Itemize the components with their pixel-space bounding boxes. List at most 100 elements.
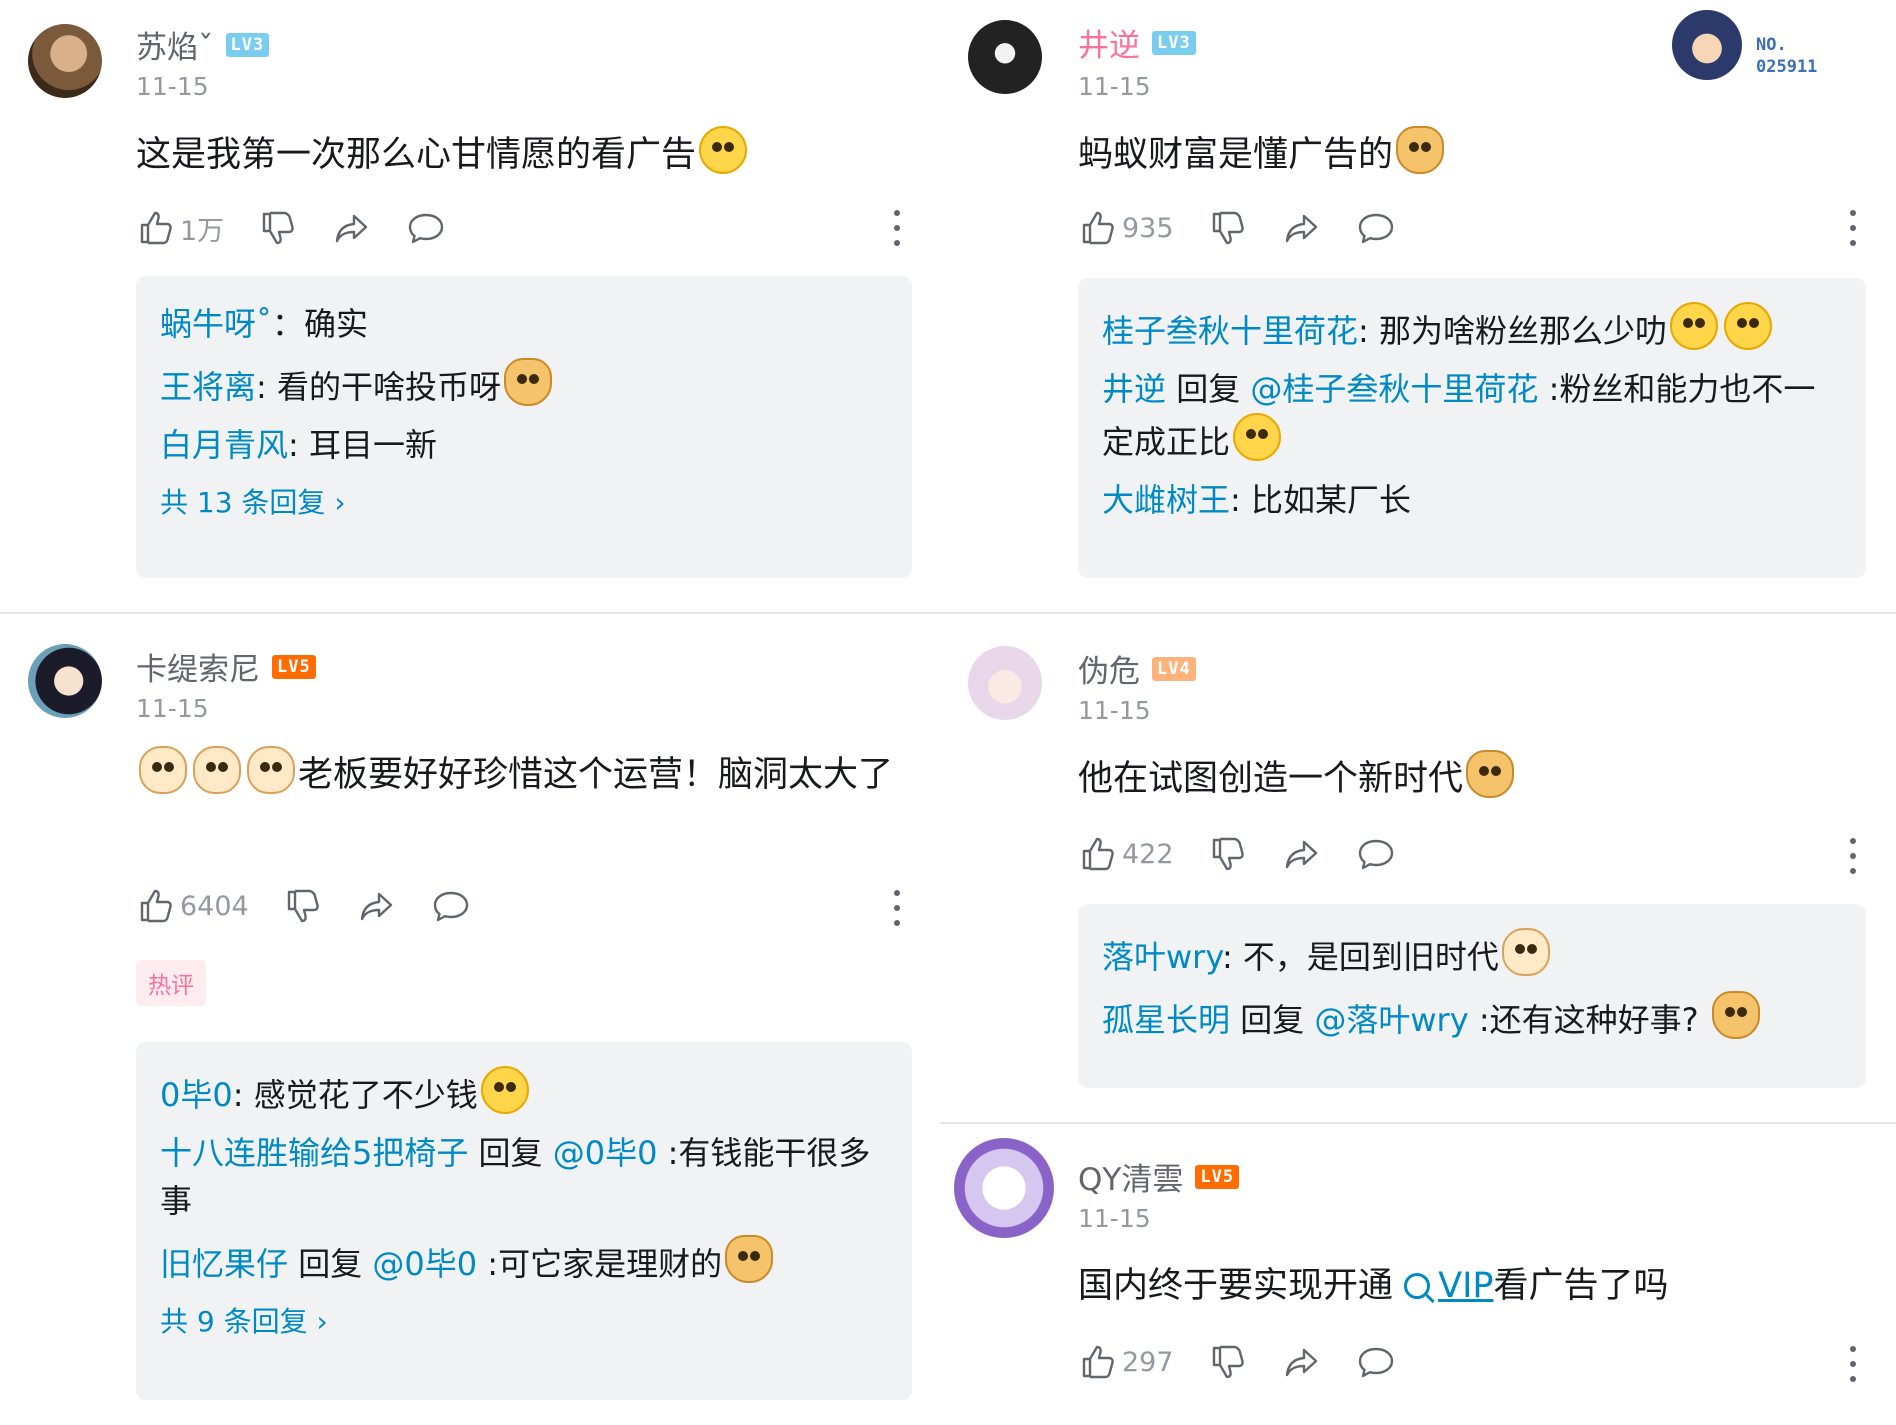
more-button[interactable] [892, 210, 902, 246]
reply-button[interactable] [1356, 208, 1396, 248]
reply-button[interactable] [1356, 834, 1396, 874]
like-button[interactable]: 297 [1078, 1342, 1174, 1382]
reply-username[interactable]: 0毕0 [160, 1076, 233, 1114]
thumb-down-icon [1208, 834, 1248, 874]
more-button[interactable] [1848, 210, 1858, 246]
thumb-up-icon [136, 208, 176, 248]
level-badge: LV5 [1195, 1164, 1240, 1189]
like-button[interactable]: 6404 [136, 886, 249, 926]
like-button[interactable]: 935 [1078, 208, 1174, 248]
comment-date: 11-15 [136, 72, 209, 101]
reply-username[interactable]: 落叶wry [1102, 938, 1222, 976]
laughing-emoji-icon [480, 1066, 529, 1114]
reply-item: 大雌树王: 比如某厂长 [1102, 481, 1411, 519]
avatar[interactable] [28, 644, 102, 718]
comment-icon [406, 208, 446, 248]
username[interactable]: 卡缇索尼 LV5 [136, 644, 316, 689]
reply-item: 井逆 回复 @桂子叁秋十里荷花 :粉丝和能力也不一定成正比 [1102, 370, 1816, 461]
chevron-right-icon: › [316, 1305, 328, 1338]
thumb-up-icon [1078, 208, 1118, 248]
search-keyword-link[interactable]: VIP [1438, 1266, 1493, 1306]
more-button[interactable] [1848, 838, 1858, 874]
avatar[interactable] [968, 20, 1042, 94]
reply-button[interactable] [431, 886, 471, 926]
comment-icon [1356, 834, 1396, 874]
reply-username[interactable]: 大雌树王 [1102, 481, 1230, 519]
reply-username[interactable]: 井逆 [1102, 370, 1166, 408]
like-count: 6404 [180, 890, 249, 922]
username[interactable]: 伪危 LV4 [1078, 646, 1196, 691]
share-icon [1282, 208, 1322, 248]
avatar[interactable] [28, 24, 102, 98]
like-count: 1万 [180, 215, 225, 247]
like-button[interactable]: 422 [1078, 834, 1174, 874]
like-button[interactable]: 1万 [136, 208, 224, 248]
view-all-replies-link[interactable]: 共 13 条回复 › [160, 481, 888, 521]
avatar[interactable] [968, 646, 1042, 720]
reply-username[interactable]: 蜗牛呀˚ [160, 305, 272, 343]
dislike-button[interactable] [1208, 1342, 1248, 1382]
comment-actions: 6404 [136, 886, 505, 926]
doge-emoji-icon [503, 358, 552, 406]
fan-badge-number: NO. 025911 [1756, 35, 1818, 77]
thumb-down-icon [1208, 208, 1248, 248]
mention-link[interactable]: @桂子叁秋十里荷花 [1250, 370, 1538, 408]
thumb-down-icon [258, 208, 298, 248]
divider [0, 612, 1896, 614]
reply-item: 桂子叁秋十里荷花: 那为啥粉丝那么少叻 [1102, 302, 1842, 355]
fan-badge-avatar [1672, 10, 1742, 80]
emoji-icon [699, 126, 748, 174]
reply-username[interactable]: 桂子叁秋十里荷花 [1102, 312, 1358, 350]
view-all-replies-link[interactable]: 共 9 条回复 › [160, 1300, 888, 1340]
reply-button[interactable] [1356, 1342, 1396, 1382]
reply-username[interactable]: 旧忆果仔 [160, 1245, 288, 1283]
thumb-up-icon [1078, 1342, 1118, 1382]
reply-username[interactable]: 孤星长明 [1102, 1001, 1230, 1039]
mention-link[interactable]: @0毕0 [553, 1134, 658, 1172]
thumb-down-icon [283, 886, 323, 926]
username[interactable]: 苏焰ˇ LV3 [136, 22, 270, 67]
reply-username[interactable]: 王将离 [160, 368, 256, 406]
more-button[interactable] [1848, 1346, 1858, 1382]
reply-item: 十八连胜输给5把椅子 回复 @0毕0 :有钱能干很多事 [160, 1134, 871, 1220]
thinking-emoji-icon [1723, 302, 1772, 350]
comment-content: 老板要好好珍惜这个运营！脑洞太大了 [136, 746, 916, 803]
more-button[interactable] [892, 890, 902, 926]
share-button[interactable] [1282, 208, 1322, 248]
hamster-emoji-icon [139, 746, 187, 794]
username[interactable]: QY清雲 LV5 [1078, 1154, 1240, 1199]
reply-item: 0毕0: 感觉花了不少钱 [160, 1066, 888, 1119]
reply-item: 白月青风: 耳目一新 [160, 426, 437, 464]
mention-link[interactable]: @0毕0 [372, 1245, 477, 1283]
thumb-up-icon [1078, 834, 1118, 874]
dislike-button[interactable] [258, 208, 298, 248]
reply-username[interactable]: 十八连胜输给5把椅子 [160, 1134, 468, 1172]
dislike-button[interactable] [1208, 208, 1248, 248]
comment-content: 他在试图创造一个新时代 [1078, 750, 1517, 807]
reply-username[interactable]: 白月青风 [160, 426, 288, 464]
mention-link[interactable]: @落叶wry [1314, 1001, 1468, 1039]
hamster-emoji-icon [193, 746, 241, 794]
search-icon [1404, 1273, 1431, 1299]
like-count: 422 [1122, 838, 1174, 870]
username[interactable]: 井逆 LV3 [1078, 20, 1196, 65]
share-button[interactable] [332, 208, 372, 248]
hot-comment-tag: 热评 [136, 960, 206, 1006]
share-icon [332, 208, 372, 248]
reply-button[interactable] [406, 208, 446, 248]
comment-icon [1356, 1342, 1396, 1382]
comment-content: 蚂蚁财富是懂广告的 [1078, 126, 1447, 183]
share-icon [357, 886, 397, 926]
share-button[interactable] [1282, 834, 1322, 874]
comment-icon [1356, 208, 1396, 248]
dislike-button[interactable] [283, 886, 323, 926]
comment-actions: 935 [1078, 208, 1430, 248]
share-button[interactable] [357, 886, 397, 926]
avatar[interactable] [954, 1138, 1054, 1238]
share-button[interactable] [1282, 1342, 1322, 1382]
dislike-button[interactable] [1208, 834, 1248, 874]
comment-date: 11-15 [1078, 696, 1151, 725]
comment-actions: 1万 [136, 208, 480, 248]
comment-actions: 422 [1078, 834, 1430, 874]
reply-box: 0毕0: 感觉花了不少钱 十八连胜输给5把椅子 回复 @0毕0 :有钱能干很多事… [136, 1042, 912, 1400]
